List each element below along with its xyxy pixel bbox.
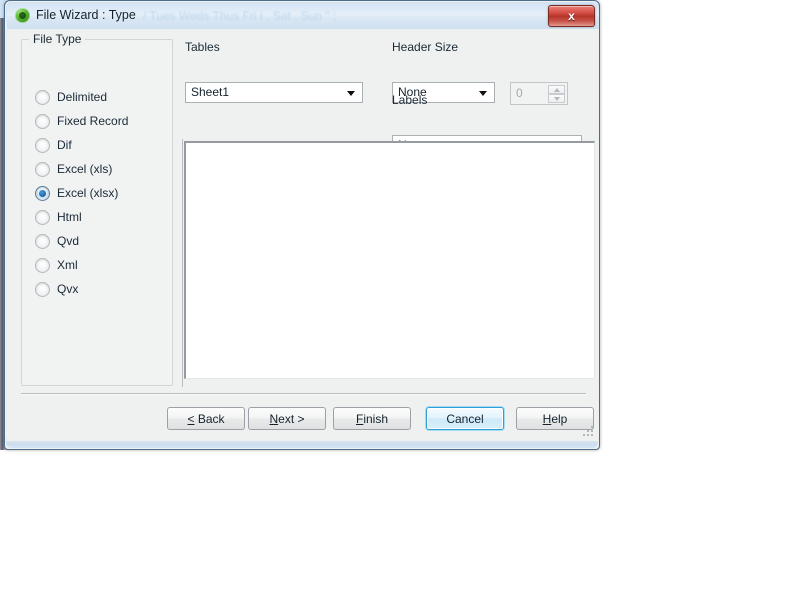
- back-button-mnemonic: <: [187, 411, 195, 426]
- tables-label: Tables: [185, 40, 220, 54]
- radio-label: Qvx: [57, 282, 79, 296]
- radio-qvd[interactable]: Qvd: [35, 232, 79, 250]
- radio-excel-xlsx[interactable]: Excel (xlsx): [35, 184, 118, 202]
- help-button-label: elp: [551, 411, 568, 426]
- radio-html[interactable]: Html: [35, 208, 82, 226]
- radio-label: Xml: [57, 258, 78, 272]
- radio-dif[interactable]: Dif: [35, 136, 72, 154]
- radio-qvx[interactable]: Qvx: [35, 280, 78, 298]
- file-preview-pane[interactable]: [184, 141, 595, 379]
- header-size-stepper-value: 0: [516, 86, 523, 100]
- radio-label: Fixed Record: [57, 114, 129, 128]
- radio-excel-xls[interactable]: Excel (xls): [35, 160, 112, 178]
- radio-xml[interactable]: Xml: [35, 256, 78, 274]
- tables-value: Sheet1: [191, 85, 230, 99]
- cancel-button[interactable]: Cancel: [426, 407, 504, 430]
- radio-label: Excel (xls): [57, 162, 113, 176]
- titlebar-ghost-artifact: / Tues Weds Thus Fri i , Sat , Sun " ;: [143, 9, 337, 23]
- file-type-group-label: File Type: [29, 32, 86, 46]
- close-icon: x: [568, 9, 575, 23]
- radio-delimited[interactable]: Delimited: [35, 88, 107, 106]
- close-button[interactable]: x: [548, 5, 595, 27]
- radio-label: Delimited: [57, 90, 108, 104]
- stepper-up-icon[interactable]: [548, 85, 565, 94]
- radio-dot-selected-icon: [35, 185, 50, 201]
- radio-label: Dif: [57, 138, 72, 152]
- resize-grip[interactable]: [583, 426, 594, 437]
- cancel-button-label: Cancel: [446, 411, 484, 426]
- tables-select[interactable]: Sheet1: [185, 82, 363, 103]
- radio-dot-icon: [35, 89, 50, 105]
- next-button-mnemonic: N: [269, 411, 279, 426]
- radio-label: Html: [57, 210, 82, 224]
- chevron-down-icon: [347, 91, 355, 96]
- header-size-label: Header Size: [392, 40, 459, 54]
- footer-separator: [21, 393, 586, 394]
- radio-dot-icon: [35, 233, 50, 249]
- radio-dot-icon: [35, 137, 50, 153]
- radio-dot-icon: [35, 209, 50, 225]
- next-button-label: ext >: [278, 411, 305, 426]
- labels-label: Labels: [392, 93, 428, 107]
- radio-fixed-record[interactable]: Fixed Record: [35, 112, 128, 130]
- qlikview-app-icon: [15, 8, 30, 23]
- radio-dot-icon: [35, 113, 50, 129]
- finish-button-label: inish: [363, 411, 389, 426]
- back-button-label: Back: [194, 411, 225, 426]
- header-size-stepper[interactable]: 0: [510, 82, 568, 105]
- chevron-down-icon: [479, 91, 487, 96]
- file-wizard-dialog: File Wizard : Type / Tues Weds Thus Fri …: [4, 0, 600, 450]
- finish-button[interactable]: Finish: [333, 407, 411, 430]
- radio-label: Excel (xlsx): [57, 186, 119, 200]
- stepper-down-icon[interactable]: [548, 94, 565, 103]
- next-button[interactable]: Next >: [248, 407, 326, 430]
- dialog-body: File Type Delimited Fixed Record Dif Exc…: [7, 29, 599, 441]
- panel-divider: [182, 139, 183, 387]
- radio-dot-icon: [35, 281, 50, 297]
- radio-label: Qvd: [57, 234, 80, 248]
- radio-dot-icon: [35, 161, 50, 177]
- title-bar[interactable]: File Wizard : Type / Tues Weds Thus Fri …: [7, 3, 599, 29]
- radio-dot-icon: [35, 257, 50, 273]
- back-button[interactable]: < Back: [167, 407, 245, 430]
- window-title: File Wizard : Type: [36, 8, 136, 22]
